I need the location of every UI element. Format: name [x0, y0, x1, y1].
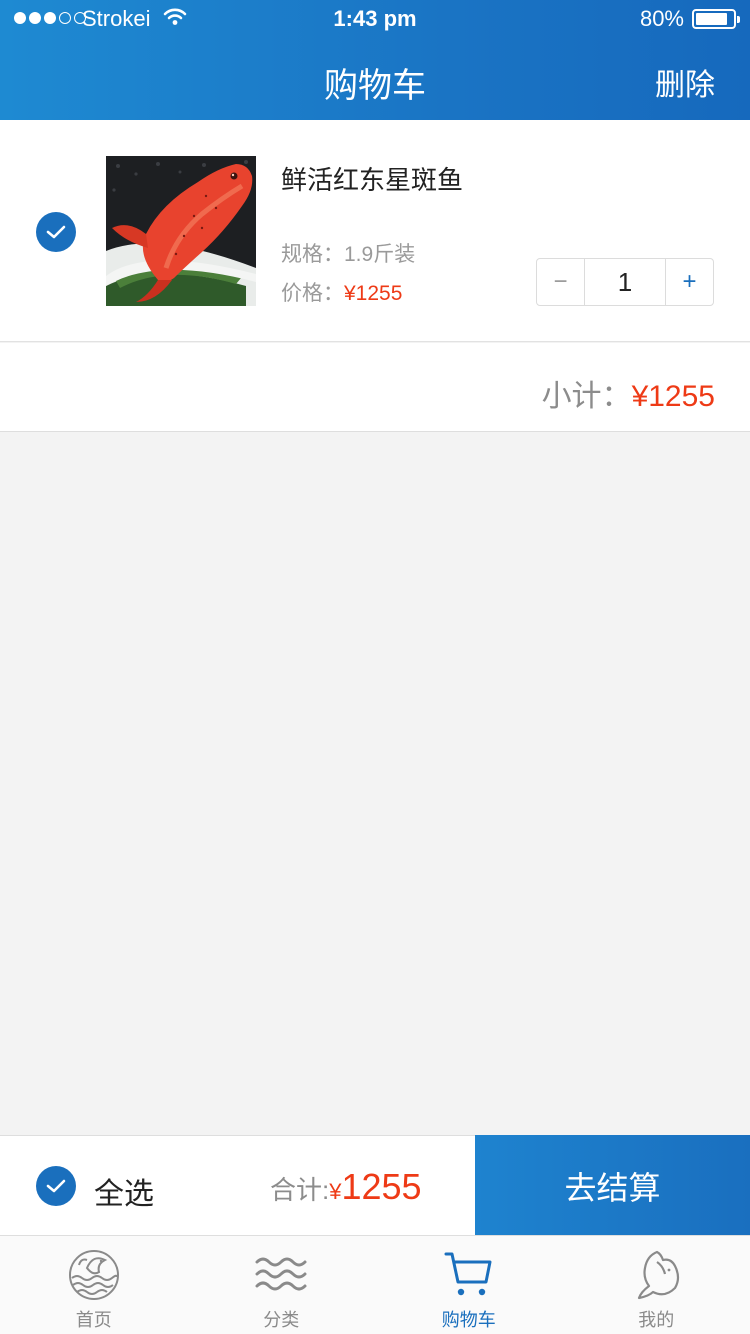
total-value: 1255 — [341, 1166, 422, 1207]
tab-category[interactable]: 分类 — [188, 1236, 376, 1334]
total-currency: ¥ — [329, 1179, 342, 1204]
tab-home[interactable]: 首页 — [0, 1236, 188, 1334]
cart-icon — [444, 1252, 492, 1296]
total-label: 合计: — [270, 1175, 330, 1205]
quantity-value[interactable]: 1 — [585, 259, 665, 305]
product-name[interactable]: 鲜活红东星斑鱼 — [281, 160, 463, 197]
page-title: 购物车 — [324, 67, 426, 105]
checkout-button[interactable]: 去结算 — [475, 1135, 750, 1236]
total-price: 合计:¥1255 — [270, 1166, 422, 1208]
product-spec: 规格：1.9斤装 — [281, 238, 415, 268]
app-header: Strokei 1:43 pm 80% 购物车 删除 — [0, 0, 750, 120]
delete-button[interactable]: 删除 — [655, 60, 715, 104]
checkmark-icon — [46, 225, 66, 239]
status-bar: Strokei 1:43 pm 80% — [0, 0, 750, 40]
subtotal: 小计：¥1255 — [542, 371, 715, 415]
subtotal-row: 小计：¥1255 — [0, 343, 750, 432]
tab-cart-label: 购物车 — [441, 1310, 496, 1330]
tab-home-label: 首页 — [75, 1310, 112, 1330]
tab-cart[interactable]: 购物车 — [375, 1236, 563, 1334]
clock: 1:43 pm — [333, 6, 417, 31]
waves-icon — [255, 1257, 307, 1291]
spec-label: 规格： — [281, 243, 344, 266]
fish-profile-icon — [638, 1250, 680, 1300]
select-all-label[interactable]: 全选 — [94, 1169, 154, 1213]
item-checkbox[interactable] — [36, 212, 76, 252]
product-image[interactable] — [106, 156, 256, 306]
battery-icon — [692, 9, 740, 29]
battery-percentage: 80% — [639, 6, 684, 31]
tab-profile-label: 我的 — [638, 1310, 675, 1330]
product-price: 价格：¥1255 — [281, 277, 402, 307]
tab-profile[interactable]: 我的 — [563, 1236, 750, 1334]
subtotal-label: 小计： — [541, 380, 632, 413]
subtotal-value: ¥1255 — [631, 380, 715, 413]
checkmark-icon — [46, 1179, 66, 1193]
price-value: ¥1255 — [344, 282, 403, 305]
spec-value: 1.9斤装 — [344, 243, 416, 266]
decrease-quantity-button[interactable]: − — [537, 259, 585, 305]
quantity-stepper: − 1 + — [536, 258, 714, 306]
tab-bar: 首页 分类 购物车 我的 — [0, 1235, 750, 1334]
tab-category-label: 分类 — [263, 1310, 300, 1330]
price-label: 价格： — [281, 282, 344, 305]
checkout-bar: 全选 合计:¥1255 去结算 — [0, 1135, 750, 1236]
cart-item: 鲜活红东星斑鱼 规格：1.9斤装 价格：¥1255 − 1 + — [0, 120, 750, 342]
increase-quantity-button[interactable]: + — [665, 259, 713, 305]
fish-plate-icon — [68, 1250, 119, 1300]
select-all-checkbox[interactable] — [36, 1166, 76, 1206]
